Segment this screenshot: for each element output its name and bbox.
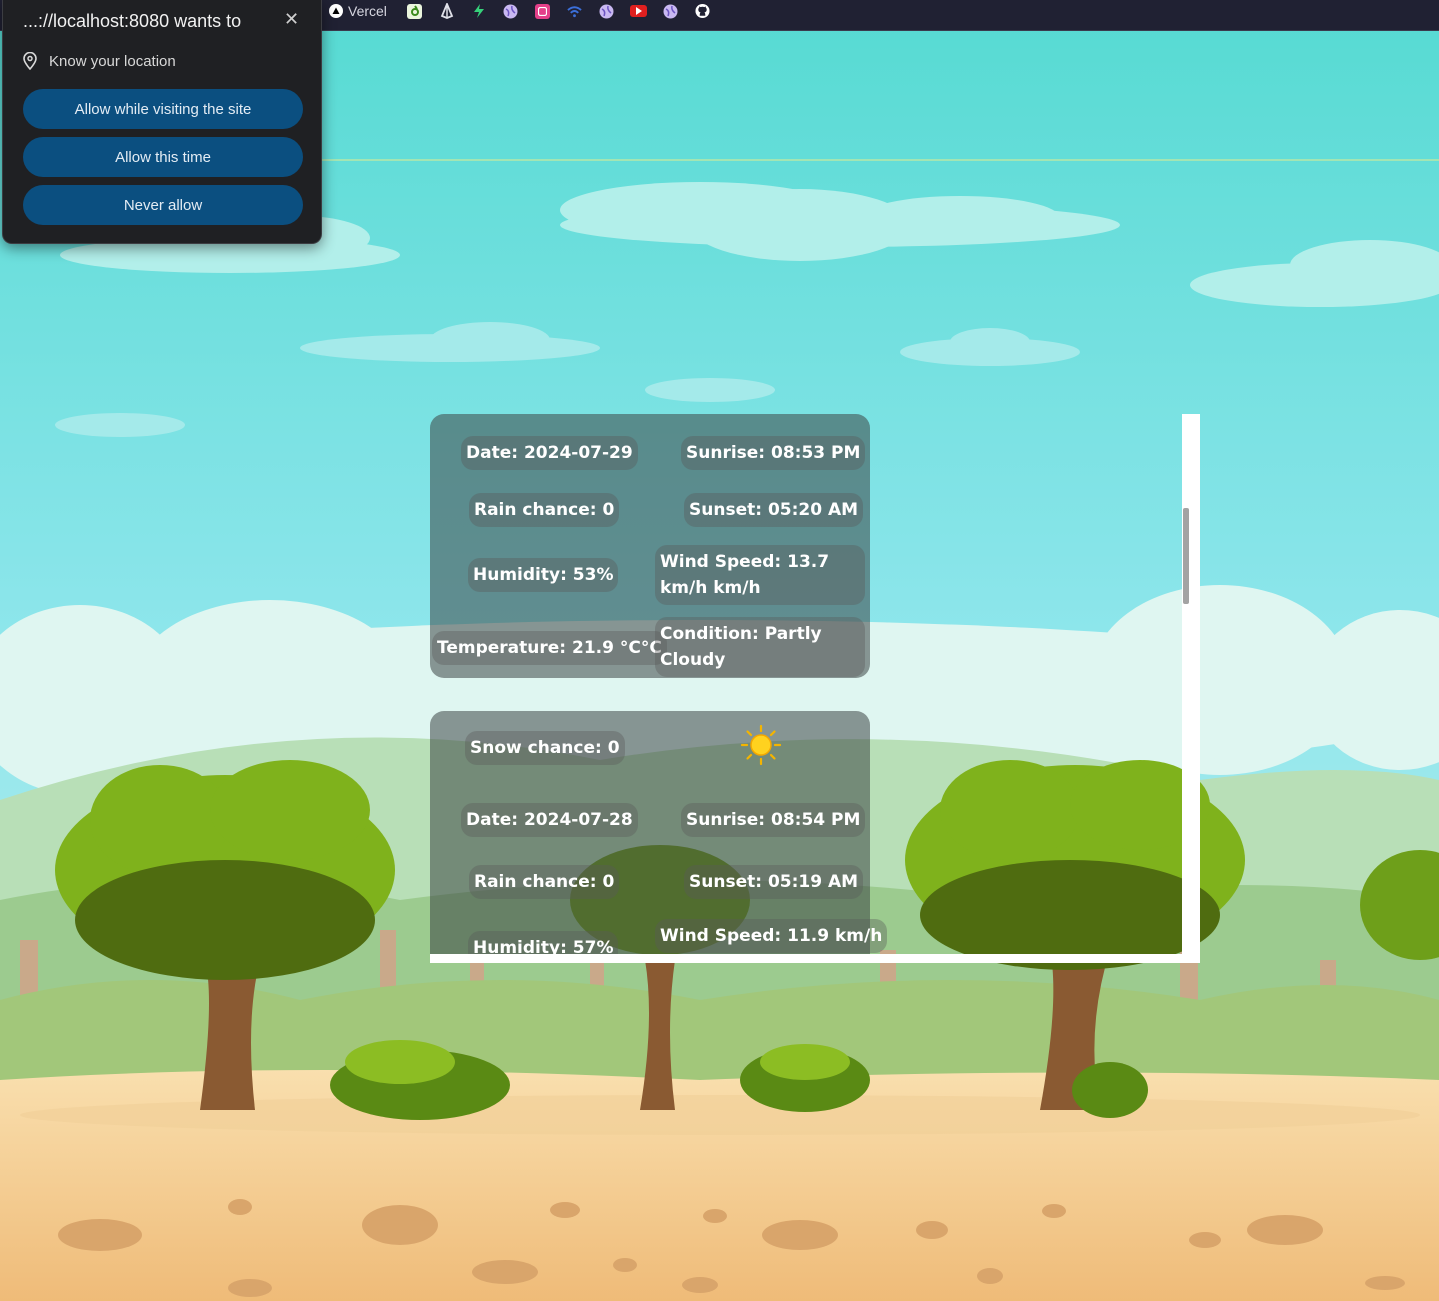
globe-icon [503,4,518,19]
bookmark-item[interactable] [503,2,518,20]
prompt-title: ...://localhost:8080 wants to [23,11,242,31]
bookmark-label: Vercel [348,3,387,19]
forecast-card-2: Snow chance: 0 Date: 2024-07-28 Sunrise:… [430,711,888,954]
bookmark-item[interactable] [695,2,710,20]
pink-square-icon [535,3,550,19]
bookmark-item[interactable] [471,2,486,20]
sunrise-label: Sunrise: 08:54 PM [681,803,866,837]
wifi-icon [567,4,582,19]
bolt-icon [471,4,486,19]
forecast-scroll-area[interactable]: Date: 2024-07-29 Sunrise: 08:53 PM Rain … [430,414,1191,954]
wind-speed-label: Wind Speed: 13.7 km/h km/h [655,545,865,605]
sun-icon [741,725,781,765]
humidity-label: Humidity: 57% [468,931,619,954]
never-allow-button[interactable]: Never allow [23,185,303,225]
close-icon[interactable]: ✕ [284,9,299,30]
sunset-label: Sunset: 05:20 AM [684,493,864,527]
date-label: Date: 2024-07-28 [461,803,638,837]
permission-request: Know your location [23,52,176,70]
globe-icon [663,4,678,19]
globe-icon [599,4,614,19]
rain-chance-label: Rain chance: 0 [469,493,620,527]
green-app-icon [407,3,422,19]
allow-this-time-button[interactable]: Allow this time [23,137,303,177]
scrollbar-thumb[interactable] [1183,508,1189,604]
youtube-icon [630,5,647,17]
location-permission-prompt: ...://localhost:8080 wants to ✕ Know you… [2,0,322,244]
condition-label: Condition: Partly Cloudy [655,617,865,677]
location-pin-icon [23,52,37,70]
bookmark-item[interactable] [599,2,614,20]
bookmark-item[interactable] [567,2,582,20]
vertical-scrollbar[interactable] [1182,414,1191,954]
rain-chance-label: Rain chance: 0 [469,865,620,899]
bookmark-item[interactable] [663,2,678,20]
sunrise-label: Sunrise: 08:53 PM [681,436,866,470]
permission-request-label: Know your location [49,52,176,70]
github-icon [695,3,710,19]
bookmark-item[interactable] [407,2,422,20]
wind-speed-label: Wind Speed: 11.9 km/h [655,919,888,953]
weather-forecast-panel[interactable]: Date: 2024-07-29 Sunrise: 08:53 PM Rain … [430,414,1200,963]
allow-while-visiting-button[interactable]: Allow while visiting the site [23,89,303,129]
forecast-card-1: Date: 2024-07-29 Sunrise: 08:53 PM Rain … [430,414,870,678]
bookmark-item[interactable] [535,2,550,20]
temperature-label: Temperature: 21.9 °C°C [432,631,667,665]
sunset-label: Sunset: 05:19 AM [684,865,864,899]
snow-chance-label: Snow chance: 0 [465,731,625,765]
humidity-label: Humidity: 53% [468,558,619,592]
bookmark-vercel[interactable]: Vercel [328,2,387,20]
bookmark-item[interactable] [439,2,454,20]
date-label: Date: 2024-07-29 [461,436,638,470]
vercel-triangle-icon [328,4,343,19]
bookmark-item[interactable] [630,2,647,20]
sail-icon [439,3,454,19]
